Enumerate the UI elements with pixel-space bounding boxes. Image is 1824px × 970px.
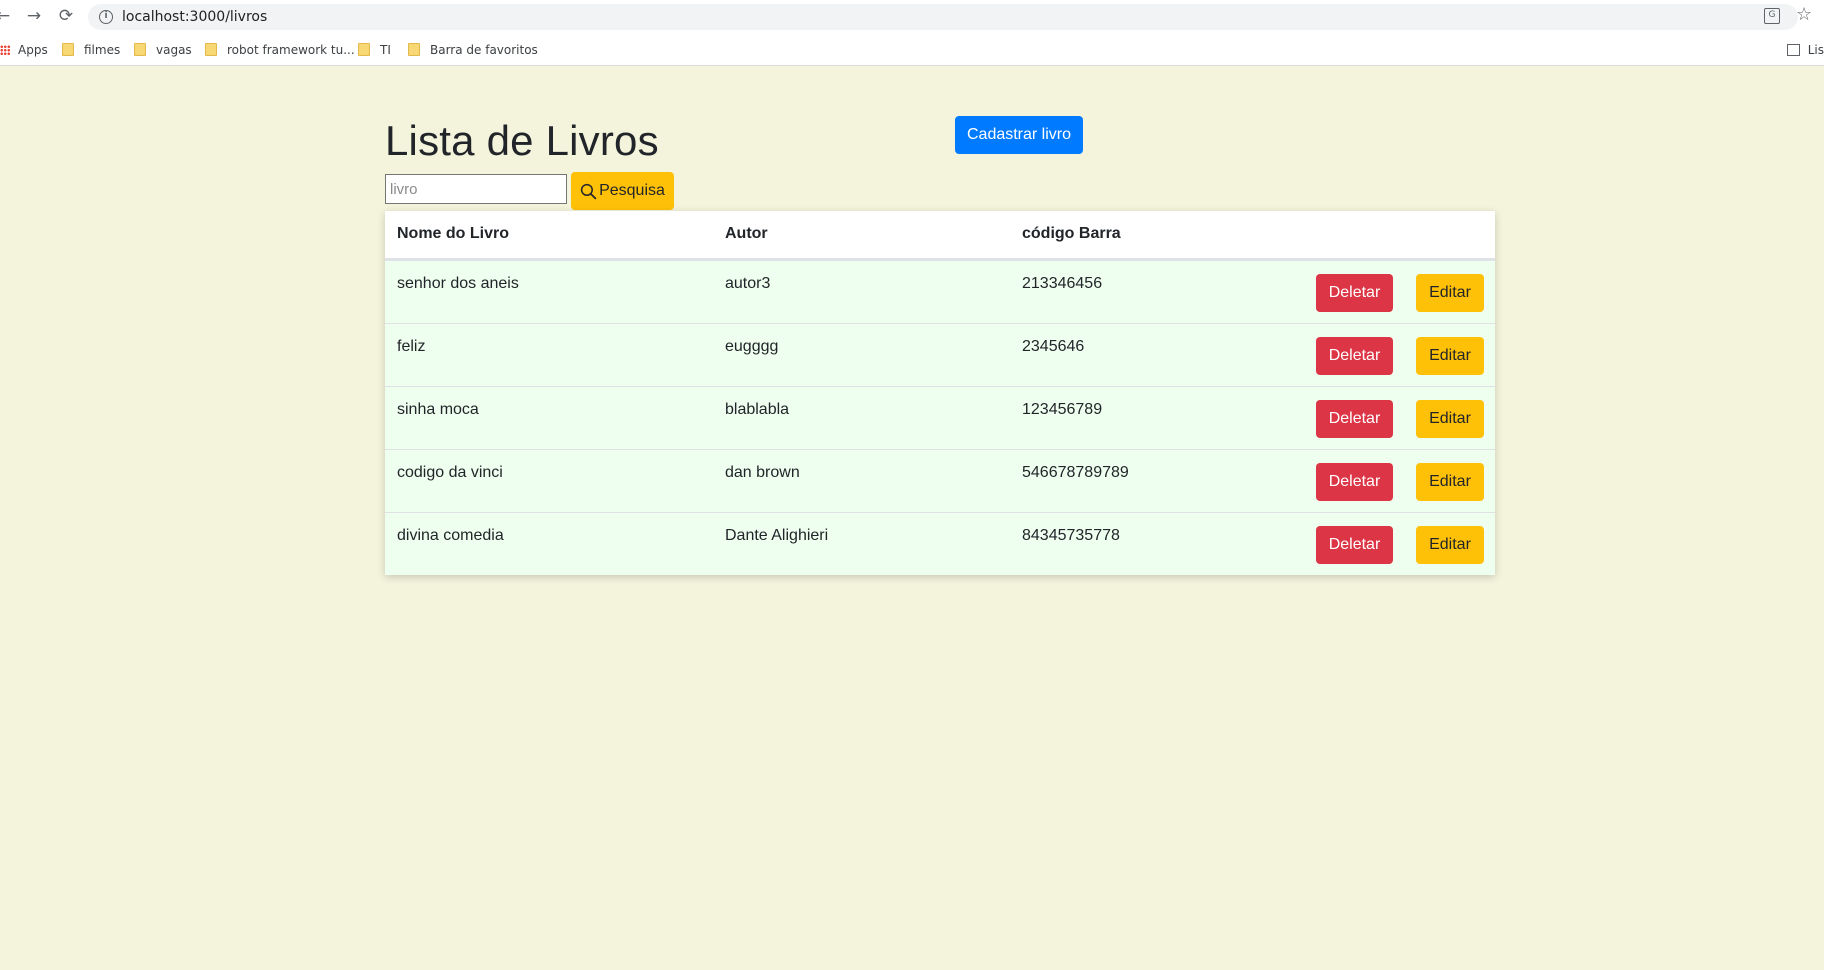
bookmark-label: robot framework tu... — [227, 43, 355, 57]
edit-button[interactable]: Editar — [1416, 526, 1484, 564]
table-row: senhor dos aneis autor3 213346456 Deleta… — [385, 260, 1495, 323]
delete-button[interactable]: Deletar — [1316, 526, 1393, 564]
url-text[interactable]: localhost:3000/livros — [122, 9, 267, 25]
books-table: Nome do Livro Autor código Barra senhor … — [385, 211, 1495, 575]
translate-icon[interactable]: G — [1764, 8, 1780, 24]
folder-icon — [134, 43, 146, 56]
folder-icon — [408, 43, 420, 56]
cell-autor: blablabla — [725, 401, 790, 418]
bookmark-filmes[interactable]: filmes — [62, 41, 120, 59]
cell-nome: divina comedia — [397, 527, 504, 544]
table-row: codigo da vinci dan brown 546678789789 D… — [385, 449, 1495, 512]
delete-button[interactable]: Deletar — [1316, 400, 1393, 438]
cell-autor: eugggg — [725, 338, 779, 355]
search-button-label: Pesquisa — [599, 182, 665, 199]
column-header-autor: Autor — [725, 225, 768, 242]
apps-icon — [0, 45, 10, 55]
edit-button[interactable]: Editar — [1416, 400, 1484, 438]
bookmark-label: Apps — [18, 43, 48, 57]
reading-list-label: Lis — [1807, 43, 1824, 57]
edit-button[interactable]: Editar — [1416, 463, 1484, 501]
table-row: sinha moca blablabla 123456789 Deletar E… — [385, 386, 1495, 449]
cell-nome: feliz — [397, 338, 426, 355]
address-bar[interactable]: i localhost:3000/livros — [88, 4, 1798, 30]
cell-nome: sinha moca — [397, 401, 479, 418]
edit-button[interactable]: Editar — [1416, 274, 1484, 312]
bookmark-vagas[interactable]: vagas — [134, 41, 192, 59]
cell-codigo: 123456789 — [1022, 401, 1103, 418]
bookmark-label: Barra de favoritos — [430, 43, 538, 57]
search-button[interactable]: Pesquisa — [571, 172, 674, 210]
delete-button[interactable]: Deletar — [1316, 463, 1393, 501]
table-header: Nome do Livro Autor código Barra — [385, 211, 1495, 260]
forward-arrow-icon[interactable]: → — [22, 4, 46, 28]
bookmark-label: vagas — [156, 43, 192, 57]
cadastrar-livro-button[interactable]: Cadastrar livro — [955, 116, 1083, 154]
folder-icon — [205, 43, 217, 56]
folder-icon — [62, 43, 74, 56]
back-arrow-icon[interactable]: ← — [0, 4, 15, 28]
star-icon[interactable]: ☆ — [1796, 4, 1812, 25]
info-icon[interactable]: i — [99, 10, 113, 24]
edit-button[interactable]: Editar — [1416, 337, 1484, 375]
cell-codigo: 84345735778 — [1022, 527, 1120, 544]
bookmark-robot-framework[interactable]: robot framework tu... — [205, 41, 355, 59]
bookmark-label: TI — [380, 43, 391, 57]
page-title: Lista de Livros — [385, 117, 659, 164]
cell-codigo: 2345646 — [1022, 338, 1085, 355]
bookmarks-bar: Apps filmes vagas robot framework tu... … — [0, 33, 1824, 66]
bookmark-ti[interactable]: TI — [358, 41, 391, 59]
table-row: divina comedia Dante Alighieri 843457357… — [385, 512, 1495, 575]
delete-button[interactable]: Deletar — [1316, 337, 1393, 375]
bookmark-label: filmes — [84, 43, 121, 57]
folder-icon — [358, 43, 370, 56]
cell-codigo: 213346456 — [1022, 275, 1103, 292]
cell-autor: Dante Alighieri — [725, 527, 829, 544]
cell-nome: senhor dos aneis — [397, 275, 519, 292]
cell-nome: codigo da vinci — [397, 464, 503, 481]
delete-button[interactable]: Deletar — [1316, 274, 1393, 312]
cell-autor: dan brown — [725, 464, 800, 481]
table-row: feliz eugggg 2345646 Deletar Editar — [385, 323, 1495, 386]
browser-toolbar: ← → ⟳ i localhost:3000/livros G ☆ — [0, 0, 1824, 33]
column-header-nome: Nome do Livro — [397, 225, 510, 242]
column-header-codigo: código Barra — [1022, 225, 1121, 242]
search-input[interactable] — [385, 174, 567, 204]
bookmark-apps[interactable]: Apps — [0, 41, 48, 59]
cell-codigo: 546678789789 — [1022, 464, 1129, 481]
bookmark-barra-de-favoritos[interactable]: Barra de favoritos — [408, 41, 538, 59]
reading-list[interactable]: Lis — [1786, 41, 1824, 59]
search-icon — [580, 183, 597, 199]
cell-autor: autor3 — [725, 275, 771, 292]
reload-icon[interactable]: ⟳ — [54, 4, 78, 28]
reading-list-icon — [1786, 44, 1800, 56]
